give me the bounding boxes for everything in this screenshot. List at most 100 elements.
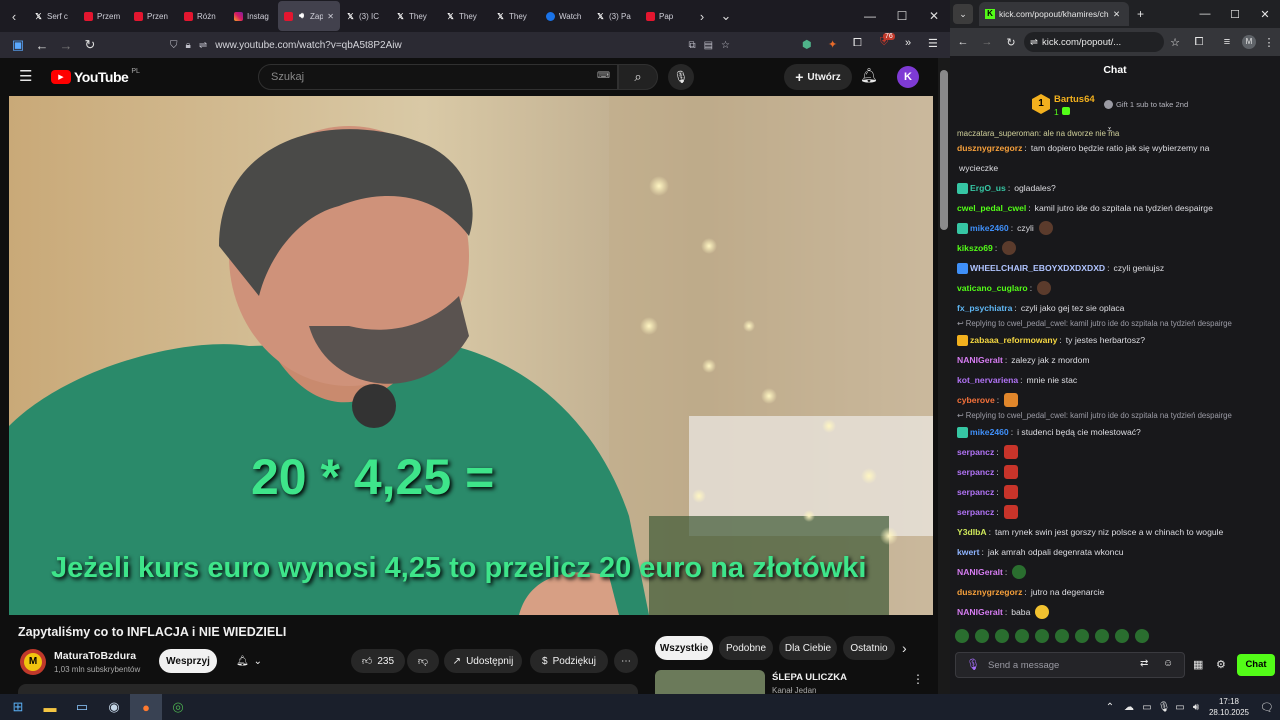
like-button[interactable]: 👍︎ 235 xyxy=(351,649,405,673)
network-icon[interactable]: ▭ xyxy=(1138,694,1156,720)
speaker-icon[interactable]: 🔊︎ xyxy=(297,11,306,21)
browser-tab[interactable]: 𝕏 They xyxy=(440,1,490,31)
file-explorer-icon[interactable]: ▬ xyxy=(34,694,66,720)
chat-emote-icon[interactable] xyxy=(1035,605,1050,619)
dislike-button[interactable]: 👎︎ xyxy=(407,649,439,673)
shield-icon[interactable]: ⛉ xyxy=(170,40,178,51)
chat-message[interactable]: serpancz: xyxy=(957,462,1275,482)
chat-message[interactable]: mike2460: czyli xyxy=(957,218,1275,238)
overflow-menu-icon[interactable]: » xyxy=(905,37,911,49)
right-media-icon[interactable]: ≡ xyxy=(1214,36,1240,48)
browser-tab[interactable]: Pap xyxy=(640,1,690,31)
chat-message[interactable]: fx_psychiatra: czyli jako gej tez sie opl… xyxy=(957,298,1275,318)
chat-message[interactable]: ErgO_us: ogladales? xyxy=(957,178,1275,198)
search-input[interactable]: Szukaj xyxy=(258,64,618,90)
chat-username[interactable]: serpancz xyxy=(957,462,994,482)
browser-tab[interactable]: Różn xyxy=(178,1,228,31)
tray-overflow-icon[interactable]: ⌃ xyxy=(1100,694,1120,720)
browser-tab[interactable]: 𝕏 They xyxy=(490,1,540,31)
emote-quick-4-icon[interactable] xyxy=(1015,629,1029,643)
chat-username[interactable]: mike2460 xyxy=(970,218,1009,238)
emote-quick-3-icon[interactable] xyxy=(995,629,1009,643)
browser-tab[interactable]: 𝕏 (3) Pa xyxy=(590,1,640,31)
emote-quick-7-icon[interactable] xyxy=(1075,629,1089,643)
notifications-button[interactable]: 🔔︎ ⌄ xyxy=(223,649,275,673)
start-windows-icon[interactable]: ⊞ xyxy=(2,694,34,720)
maximize-icon[interactable]: ☐ xyxy=(886,9,918,23)
chat-message[interactable]: NANIGeralt: zalezy jak z mordom xyxy=(957,350,1275,370)
chat-message[interactable]: serpancz: xyxy=(957,442,1275,462)
chips-next-icon[interactable]: › xyxy=(902,640,907,656)
back-icon[interactable]: ← xyxy=(30,38,54,53)
translate-icon[interactable]: ⇄ xyxy=(1140,658,1148,669)
chat-username[interactable]: serpancz xyxy=(957,442,994,462)
chat-emote-icon[interactable] xyxy=(1003,465,1018,479)
display-icon[interactable]: ▭ xyxy=(1172,694,1188,720)
youtube-logo[interactable]: ▶ YouTube PL xyxy=(51,68,140,85)
chip-for-you[interactable]: Dla Ciebie xyxy=(779,636,837,660)
forward-icon[interactable]: → xyxy=(54,38,78,53)
right-extensions-icon[interactable]: ⧠ xyxy=(1186,36,1212,49)
chat-message[interactable]: kikszo69: xyxy=(957,238,1275,258)
reload-icon[interactable]: ↻ xyxy=(78,37,102,53)
video-player[interactable]: 20 * 4,25 = Jeżeli kurs euro wynosi 4,25… xyxy=(9,96,933,615)
right-back-icon[interactable]: ← xyxy=(952,36,974,48)
chat-message[interactable]: wycieczke xyxy=(957,158,1275,178)
thanks-button[interactable]: $ Podziękuj xyxy=(530,649,608,673)
channel-avatar[interactable]: M xyxy=(20,649,46,675)
top-gifter-card[interactable]: 1 Bartus64 1 Gift 1 sub to take 2nd xyxy=(1032,92,1212,120)
chat-emote-icon[interactable] xyxy=(1002,241,1017,255)
channel-name[interactable]: MaturaToBzdura xyxy=(54,650,136,662)
notifications-icon[interactable]: 🗨︎ xyxy=(1254,694,1280,720)
chat-emote-icon[interactable] xyxy=(1004,393,1019,407)
chat-username[interactable]: cyberove xyxy=(957,390,995,410)
chat-message[interactable]: dusznygrzegorz: jutro na degenarcie xyxy=(957,582,1275,602)
reader-view-icon[interactable]: ▤ xyxy=(704,40,713,51)
emote-quick-2-icon[interactable] xyxy=(975,629,989,643)
voice-search-button[interactable]: 🎙︎ xyxy=(668,64,694,90)
chat-message[interactable]: NANIGeralt: baba xyxy=(957,602,1275,620)
browser-tab[interactable]: Przen xyxy=(128,1,178,31)
chat-username[interactable]: dusznygrzegorz xyxy=(957,138,1022,158)
browser-tab[interactable]: 𝕏 Serf c xyxy=(28,1,78,31)
chip-related[interactable]: Podobne xyxy=(719,636,773,660)
chat-username[interactable]: mike2460 xyxy=(970,422,1009,442)
right-maximize-icon[interactable]: ☐ xyxy=(1220,8,1250,21)
emote-quick-10-icon[interactable] xyxy=(1135,629,1149,643)
chat-username[interactable]: kwert xyxy=(957,542,979,562)
chat-message[interactable]: kwert: jak amrah odpali degenrata wkoncu xyxy=(957,542,1275,562)
menu-icon[interactable]: ☰ xyxy=(19,67,32,85)
chat-message[interactable]: cwel_pedal_cwel: kamil jutro ide do szpit… xyxy=(957,198,1275,218)
chat-username[interactable]: fx_psychiatra xyxy=(957,298,1012,318)
chat-store-icon[interactable]: ▦ xyxy=(1193,658,1203,671)
recommended-title[interactable]: ŚLEPA ULICZKA xyxy=(772,672,847,683)
share-button[interactable]: ↗ Udostępnij xyxy=(444,649,522,673)
reply-context[interactable]: ↩ Replying to cwel_pedal_cwel: kamil jut… xyxy=(957,318,1275,330)
close-tab-icon[interactable]: ✕ xyxy=(1113,9,1120,20)
create-button[interactable]: + Utwórz xyxy=(784,64,852,90)
chat-emote-icon[interactable] xyxy=(1037,281,1052,295)
more-actions-button[interactable]: ⋯ xyxy=(614,649,638,673)
right-profile-avatar[interactable]: M xyxy=(1242,35,1256,49)
emoji-picker-icon[interactable]: ☺ xyxy=(1163,658,1173,669)
right-menu-icon[interactable]: ⋮ xyxy=(1258,36,1280,49)
chat-username[interactable]: zabaaa_reformowany xyxy=(970,330,1057,350)
close-window-icon[interactable]: ✕ xyxy=(918,9,950,23)
onedrive-icon[interactable]: ☁ xyxy=(1120,694,1138,720)
chat-username[interactable]: WHEELCHAIR_EBOYXDXDXDXD xyxy=(970,258,1105,278)
chat-settings-icon[interactable]: ⚙ xyxy=(1216,658,1226,671)
emote-quick-1-icon[interactable] xyxy=(955,629,969,643)
close-tab-icon[interactable]: ✕ xyxy=(327,12,334,21)
chat-username[interactable]: NANIGeralt xyxy=(957,602,1003,620)
right-bookmark-icon[interactable]: ☆ xyxy=(1166,36,1184,49)
keyboard-icon[interactable]: ⌨ xyxy=(597,70,610,81)
new-tab-icon[interactable]: + xyxy=(1137,7,1144,21)
chat-username[interactable]: vaticano_cuglaro xyxy=(957,278,1028,298)
chat-username[interactable]: kot_nervariena xyxy=(957,370,1018,390)
chrome-icon[interactable]: ◎ xyxy=(162,694,194,720)
emote-quick-6-icon[interactable] xyxy=(1055,629,1069,643)
url-text[interactable]: www.youtube.com/watch?v=qbA5t8P2Aiw xyxy=(215,40,402,51)
right-reload-icon[interactable]: ↻ xyxy=(1000,36,1022,49)
steam-icon[interactable]: ◉ xyxy=(98,694,130,720)
chat-message[interactable]: dusznygrzegorz: tam dopiero będzie ratio … xyxy=(957,138,1275,158)
